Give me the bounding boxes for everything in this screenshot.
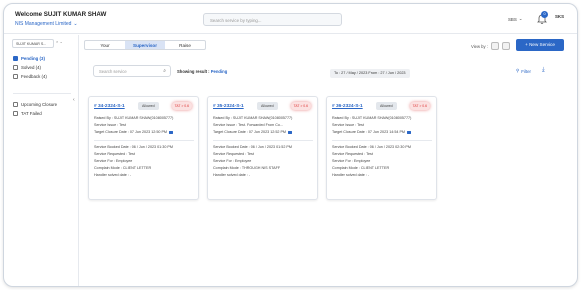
complain-mode: Complain Mode : CLIENT LETTER <box>94 166 152 170</box>
checkbox[interactable] <box>13 65 18 70</box>
tat-badge: TAT > 0.6 <box>290 102 311 110</box>
service-card[interactable]: # 34-2324-S-1 Allowed TAT > 0.6 Raised B… <box>88 96 199 200</box>
tab-your[interactable]: Your <box>85 41 125 49</box>
search-placeholder: Search service <box>99 69 127 74</box>
booked-date: Service Booked Date : 06 / Jun / 2023 01… <box>213 145 292 149</box>
raised-by: Raised By : SUJIT KUMAR SHAW(0108005777) <box>213 116 293 120</box>
checkbox[interactable] <box>13 74 18 79</box>
booked-date: Service Booked Date : 06 / Jun / 2023 02… <box>332 145 411 149</box>
checkbox[interactable] <box>13 56 18 61</box>
complain-mode: Complain Mode : THROUGH NIS STAFF <box>213 166 281 170</box>
handler-solved-date: Handler solved date : - <box>94 173 132 177</box>
status-badge: Allowed <box>138 102 159 110</box>
sidebar-item-label: Feedback (4) <box>21 74 47 79</box>
chevron-down-icon: ⌄ <box>518 16 523 21</box>
target-closure: Target Closure Date : 07 Jun 2023 14:54 … <box>332 130 411 134</box>
service-search-input[interactable]: Search service ⌕ <box>93 65 171 77</box>
tab-raise[interactable]: Raise <box>165 41 205 49</box>
sidebar-item-label: Upcoming Closure <box>21 102 58 107</box>
service-issue: Service Issue : Test <box>332 123 364 127</box>
tab-bar: Your Supervisor Raise <box>84 40 206 50</box>
company-selector[interactable]: NIS Management Limited ⌄ <box>15 21 78 27</box>
sidebar-item-label: Pending (3) <box>21 56 45 61</box>
complain-mode: Complain Mode : CLIENT LETTER <box>332 166 390 170</box>
clear-icon[interactable]: × ⌄ <box>56 39 63 44</box>
service-issue: Service Issue : Test <box>94 123 126 127</box>
handler-solved-date: Handler solved date : - <box>332 173 370 177</box>
filter-button[interactable]: ⚲ Filter <box>516 68 531 74</box>
filter-icon: ⚲ <box>516 68 520 73</box>
showing-value: Pending <box>210 69 228 74</box>
company-name: NIS Management Limited <box>15 21 72 27</box>
target-closure: Target Closure Date : 07 Jun 2023 12:50 … <box>94 130 173 134</box>
grid-view-icon[interactable] <box>490 42 499 50</box>
sidebar: SUJIT KUMAR S... × ⌄ Pending (3) Solved … <box>4 35 79 286</box>
showing-result: Showing result : Pending <box>177 69 227 74</box>
app-window: Welcome SUJIT KUMAR SHAW NIS Management … <box>3 3 578 287</box>
card-number[interactable]: # 36-2324-S-1 <box>332 104 363 109</box>
status-badge: Allowed <box>376 102 397 110</box>
sidebar-item-label: Solved (4) <box>21 65 42 70</box>
sidebar-item-label: TAT Failed <box>21 111 42 116</box>
date-range[interactable]: To : 27 / May / 2023 From : 27 / Jun / 2… <box>330 69 410 78</box>
raised-by: Raised By : SUJIT KUMAR SHAW(0108005777) <box>94 116 174 120</box>
divider <box>13 93 71 94</box>
divider <box>332 140 432 141</box>
service-requested: Service Requested : Test <box>332 152 373 156</box>
mail-icon[interactable] <box>406 130 411 134</box>
divider <box>213 140 313 141</box>
status-badge: Allowed <box>257 102 278 110</box>
mail-icon[interactable] <box>168 130 173 134</box>
new-service-button[interactable]: + New Service <box>516 39 564 51</box>
tat-badge: TAT > 0.6 <box>409 102 430 110</box>
service-for: Service For : Employee <box>332 159 371 163</box>
service-card[interactable]: # 35-2324-S-1 Allowed TAT > 0.6 Raised B… <box>207 96 318 200</box>
card-number[interactable]: # 34-2324-S-1 <box>94 104 125 109</box>
notification-badge: 0 <box>541 11 548 18</box>
tat-badge: TAT > 0.6 <box>171 102 192 110</box>
list-view-icon[interactable] <box>501 42 510 50</box>
service-requested: Service Requested : Test <box>94 152 135 156</box>
card-number[interactable]: # 35-2324-S-1 <box>213 104 244 109</box>
divider <box>94 140 194 141</box>
view-by-label: View by : <box>471 43 488 49</box>
sidebar-item-pending[interactable]: Pending (3) <box>13 56 45 61</box>
service-for: Service For : Employee <box>213 159 252 163</box>
user-select[interactable]: SUJIT KUMAR S... <box>12 39 54 48</box>
raised-by: Raised By : SUJIT KUMAR SHAW(0108005777) <box>332 116 412 120</box>
service-requested: Service Requested : Test <box>213 152 254 156</box>
sidebar-item-solved[interactable]: Solved (4) <box>13 65 41 70</box>
checkbox[interactable] <box>13 102 18 107</box>
mail-icon[interactable] <box>287 130 292 134</box>
top-header: Welcome SUJIT KUMAR SHAW NIS Management … <box>4 4 577 34</box>
filter-label: Filter <box>521 68 531 74</box>
sidebar-item-upcoming-closure[interactable]: Upcoming Closure <box>13 102 57 107</box>
booked-date: Service Booked Date : 06 / Jun / 2023 01… <box>94 145 173 149</box>
download-icon[interactable]: ⤓ <box>542 67 545 74</box>
language-label: SBS <box>508 16 517 22</box>
view-by: View by : <box>471 42 510 50</box>
target-closure: Target Closure Date : 07 Jun 2023 12:52 … <box>213 130 292 134</box>
collapse-sidebar-icon[interactable]: ‹ <box>73 97 75 103</box>
showing-label: Showing result : <box>177 69 210 74</box>
handler-solved-date: Handler solved date : - <box>213 173 251 177</box>
sidebar-item-tat-failed[interactable]: TAT Failed <box>13 111 42 116</box>
chevron-down-icon: ⌄ <box>73 21 78 27</box>
welcome-text: Welcome SUJIT KUMAR SHAW <box>15 11 107 18</box>
search-icon[interactable]: ⌕ <box>163 68 166 74</box>
service-for: Service For : Employee <box>94 159 133 163</box>
sidebar-item-feedback[interactable]: Feedback (4) <box>13 74 47 79</box>
global-search-input[interactable]: Search service by typing... <box>203 13 342 26</box>
language-selector[interactable]: SBS ⌄ <box>508 16 522 22</box>
service-issue: Service Issue : Test. Forwarded From Co.… <box>213 123 284 127</box>
tab-supervisor[interactable]: Supervisor <box>125 41 165 49</box>
avatar[interactable]: SKS <box>555 14 564 19</box>
checkbox[interactable] <box>13 111 18 116</box>
service-card[interactable]: # 36-2324-S-1 Allowed TAT > 0.6 Raised B… <box>326 96 437 200</box>
